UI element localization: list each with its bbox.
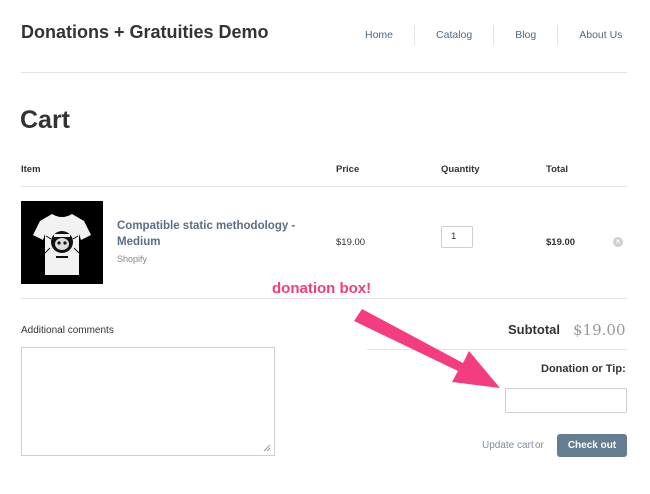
- table-footer-divider: [21, 298, 627, 299]
- subtotal-value: $19.00: [573, 321, 626, 339]
- donation-label: Donation or Tip:: [541, 363, 626, 375]
- nav-about-us[interactable]: About Us: [557, 25, 643, 45]
- donation-input[interactable]: [505, 388, 627, 413]
- subtotal-label: Subtotal: [508, 322, 560, 337]
- update-cart-link[interactable]: Update cart: [482, 440, 534, 451]
- remove-item-icon[interactable]: ×: [613, 237, 623, 247]
- column-header-item: Item: [21, 164, 41, 175]
- comments-textarea[interactable]: [21, 347, 275, 456]
- annotation-arrow-icon: [354, 309, 500, 388]
- column-header-quantity: Quantity: [441, 164, 480, 175]
- tshirt-image: [21, 201, 103, 284]
- nav-catalog[interactable]: Catalog: [414, 25, 493, 45]
- checkout-button[interactable]: Check out: [557, 434, 627, 457]
- product-title-link[interactable]: Compatible static methodology - Medium: [117, 218, 307, 250]
- nav-blog[interactable]: Blog: [493, 25, 557, 45]
- column-header-total: Total: [546, 164, 568, 175]
- product-price: $19.00: [336, 237, 366, 248]
- main-nav: Home Catalog Blog About Us: [344, 24, 643, 46]
- line-total: $19.00: [546, 237, 576, 248]
- page-title: Cart: [20, 106, 71, 134]
- table-header-divider: [21, 186, 627, 187]
- product-vendor: Shopify: [117, 254, 148, 264]
- or-text: or: [535, 440, 544, 451]
- product-thumbnail[interactable]: [21, 201, 103, 284]
- resize-grip-icon[interactable]: [263, 444, 271, 452]
- comments-label: Additional comments: [21, 325, 114, 336]
- quantity-input[interactable]: 1: [441, 226, 473, 248]
- header-divider: [21, 72, 627, 73]
- column-header-price: Price: [336, 164, 360, 175]
- site-title[interactable]: Donations + Gratuities Demo: [21, 22, 269, 43]
- nav-home[interactable]: Home: [344, 25, 414, 45]
